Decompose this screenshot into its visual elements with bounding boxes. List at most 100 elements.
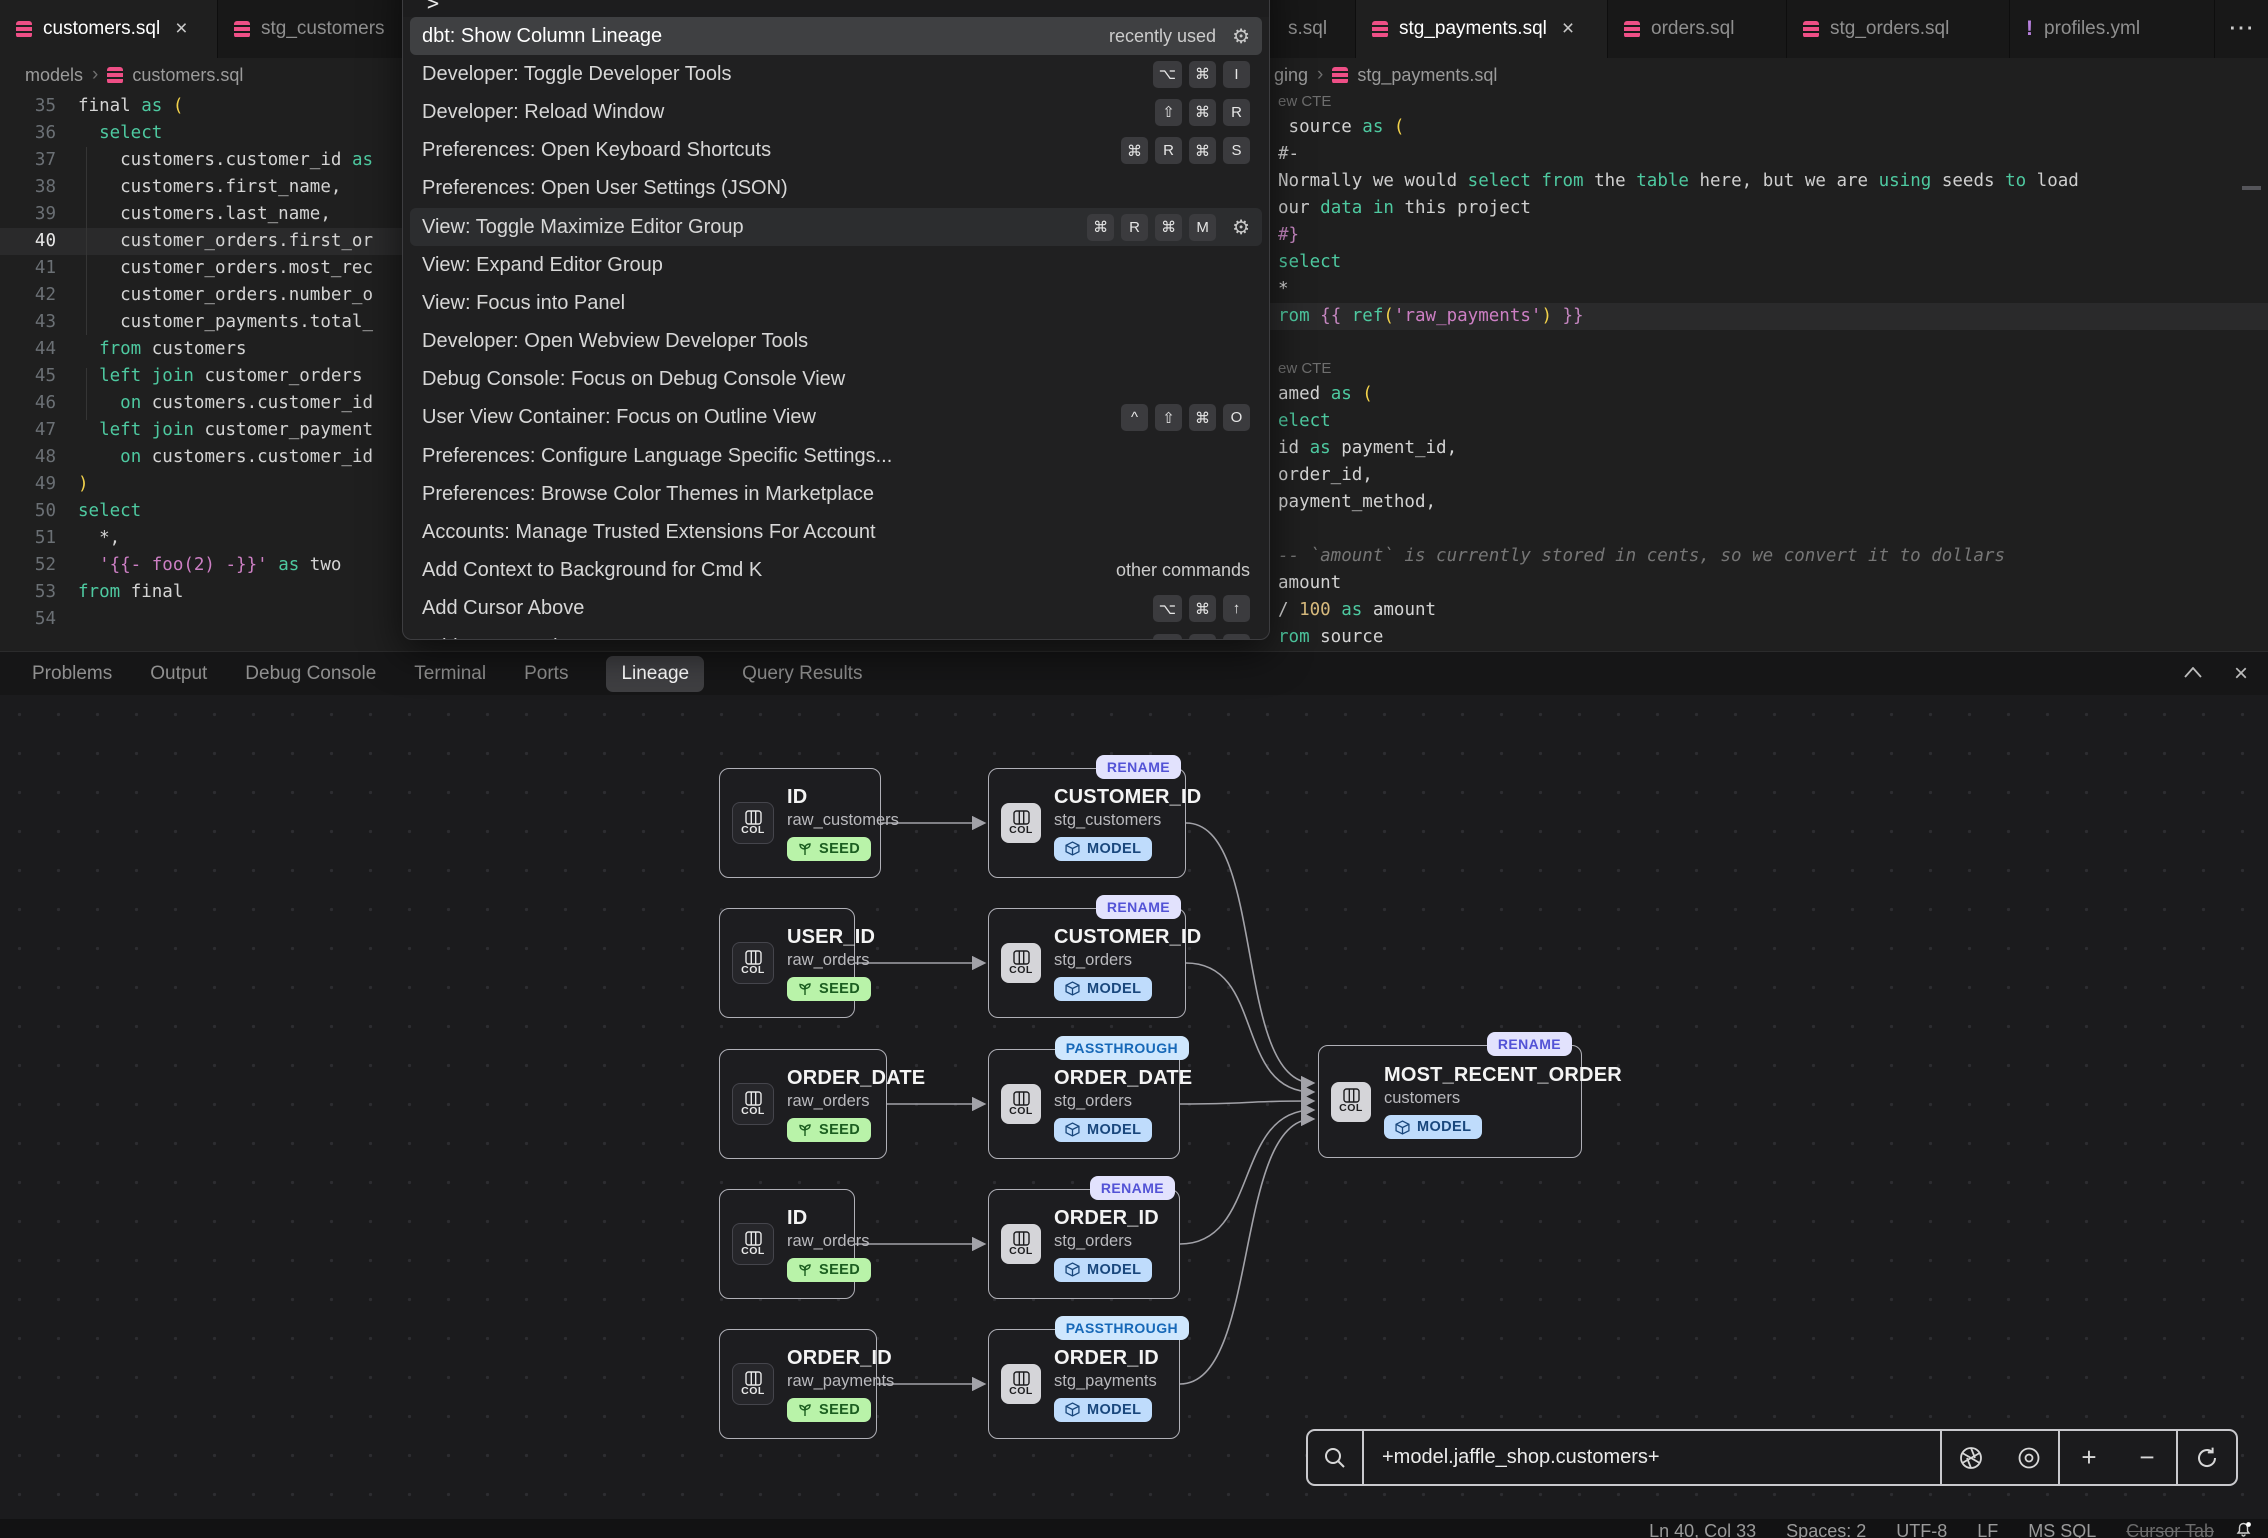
palette-item[interactable]: Developer: Reload Window⇧⌘R xyxy=(410,93,1262,131)
code-editor-stg-payments[interactable]: ew CTE source as (#-Normally we would se… xyxy=(1270,90,2268,651)
code-line[interactable]: 43 customer_payments.total_ xyxy=(0,309,405,336)
code-line[interactable]: / 100 as amount xyxy=(1270,597,2268,624)
code-line[interactable]: 44 from customers xyxy=(0,336,405,363)
code-line[interactable]: 49) xyxy=(0,471,405,498)
tab-orders-sql[interactable]: orders.sql xyxy=(1608,0,1787,58)
lineage-node-stg_orders-order_id[interactable]: COLORDER_IDstg_ordersMODELRENAME xyxy=(988,1189,1180,1299)
code-line[interactable]: payment_method, xyxy=(1270,489,2268,516)
status-item[interactable]: UTF-8 xyxy=(1896,1520,1947,1538)
command-palette-input[interactable]: > xyxy=(403,0,1269,17)
tab-stg_payments-sql[interactable]: stg_payments.sql× xyxy=(1356,0,1608,58)
code-line[interactable]: 54 xyxy=(0,606,405,633)
close-panel-icon[interactable]: × xyxy=(2234,662,2248,686)
zoom-in-button[interactable]: + xyxy=(2058,1431,2118,1484)
code-line[interactable]: -- `amount` is currently stored in cents… xyxy=(1270,543,2268,570)
code-line[interactable]: amount xyxy=(1270,570,2268,597)
lineage-node-stg_orders-customer_id[interactable]: COLCUSTOMER_IDstg_ordersMODELRENAME xyxy=(988,908,1186,1018)
code-line[interactable]: 50select xyxy=(0,498,405,525)
palette-item[interactable]: dbt: Show Column Lineagerecently used⚙ xyxy=(410,17,1262,55)
code-line[interactable]: * xyxy=(1270,276,2268,303)
code-editor-customers[interactable]: 35final as (36 select37 customers.custom… xyxy=(0,90,405,654)
code-line[interactable]: elect xyxy=(1270,408,2268,435)
code-line[interactable]: 51 *, xyxy=(0,525,405,552)
palette-item[interactable]: Preferences: Configure Language Specific… xyxy=(410,437,1262,475)
palette-item[interactable]: Add Cursor Below⌥⌘↓ xyxy=(410,628,1262,640)
palette-item[interactable]: Preferences: Open Keyboard Shortcuts⌘R⌘S xyxy=(410,132,1262,170)
lineage-node-customers-most_recent_order[interactable]: COLMOST_RECENT_ORDERcustomersMODELRENAME xyxy=(1318,1045,1582,1158)
zoom-out-button[interactable]: − xyxy=(2118,1431,2176,1484)
status-item[interactable]: LF xyxy=(1977,1520,1998,1538)
lineage-search-input[interactable] xyxy=(1364,1446,1940,1469)
code-line[interactable]: 40 customer_orders.first_or xyxy=(0,228,405,255)
code-line[interactable]: #- xyxy=(1270,141,2268,168)
lineage-node-raw_orders-order_date[interactable]: COLORDER_DATEraw_ordersSEED xyxy=(719,1049,887,1159)
panel-tab-lineage[interactable]: Lineage xyxy=(606,656,704,692)
code-line[interactable]: #} xyxy=(1270,222,2268,249)
palette-item[interactable]: View: Expand Editor Group xyxy=(410,246,1262,284)
lineage-node-stg_payments-order_id[interactable]: COLORDER_IDstg_paymentsMODELPASSTHROUGH xyxy=(988,1329,1180,1439)
code-line[interactable]: 46 on customers.customer_id xyxy=(0,390,405,417)
tab-profiles-yml[interactable]: !profiles.yml xyxy=(2010,0,2215,58)
code-line[interactable]: 35final as ( xyxy=(0,93,405,120)
palette-item[interactable]: Developer: Open Webview Developer Tools xyxy=(410,323,1262,361)
notification-bell-icon[interactable] xyxy=(2235,1521,2252,1538)
code-line[interactable]: 52 '{{- foo(2) -}}' as two xyxy=(0,552,405,579)
focus-target-icon[interactable] xyxy=(2000,1431,2058,1484)
code-line[interactable]: 36 select xyxy=(0,120,405,147)
code-line[interactable]: our data in this project xyxy=(1270,195,2268,222)
refresh-icon[interactable] xyxy=(2176,1431,2236,1484)
code-line[interactable]: 39 customers.last_name, xyxy=(0,201,405,228)
tab-stg_orders-sql[interactable]: stg_orders.sql xyxy=(1787,0,2010,58)
panel-tab-query-results[interactable]: Query Results xyxy=(742,663,862,685)
code-line[interactable]: order_id, xyxy=(1270,462,2268,489)
breadcrumb-folder[interactable]: ging xyxy=(1274,65,1308,86)
lineage-node-raw_customers-id[interactable]: COLIDraw_customersSEED xyxy=(719,768,881,878)
code-line[interactable]: 42 customer_orders.number_o xyxy=(0,282,405,309)
panel-tab-output[interactable]: Output xyxy=(150,663,207,685)
lineage-node-raw_orders-user_id[interactable]: COLUSER_IDraw_ordersSEED xyxy=(719,908,855,1018)
close-tab-icon[interactable]: × xyxy=(175,17,187,41)
lineage-node-stg_customers-customer_id[interactable]: COLCUSTOMER_IDstg_customersMODELRENAME xyxy=(988,768,1186,878)
palette-item[interactable]: Preferences: Browse Color Themes in Mark… xyxy=(410,475,1262,513)
lineage-node-stg_orders-order_date[interactable]: COLORDER_DATEstg_ordersMODELPASSTHROUGH xyxy=(988,1049,1180,1159)
panel-tab-debug-console[interactable]: Debug Console xyxy=(245,663,376,685)
code-line[interactable]: select xyxy=(1270,249,2268,276)
tab-overflow-icon[interactable]: ⋯ xyxy=(2228,12,2254,43)
panel-tab-problems[interactable]: Problems xyxy=(32,663,112,685)
code-line[interactable]: 38 customers.first_name, xyxy=(0,174,405,201)
code-line[interactable]: Normally we would select from the table … xyxy=(1270,168,2268,195)
gear-icon[interactable]: ⚙ xyxy=(1232,24,1250,49)
palette-item[interactable]: User View Container: Focus on Outline Vi… xyxy=(410,399,1262,437)
code-line[interactable]: 53from final xyxy=(0,579,405,606)
gear-icon[interactable]: ⚙ xyxy=(1232,215,1250,240)
status-item-cursor-tab[interactable]: Cursor Tab xyxy=(2126,1520,2214,1538)
chevron-up-icon[interactable] xyxy=(2184,665,2202,683)
breadcrumb-file[interactable]: customers.sql xyxy=(132,65,243,86)
code-line[interactable]: rom {{ ref('raw_payments') }} xyxy=(1270,303,2268,330)
code-line[interactable]: source as ( xyxy=(1270,114,2268,141)
lineage-canvas[interactable]: COLIDraw_customersSEED COLUSER_IDraw_orde… xyxy=(0,695,2268,1519)
code-line[interactable]: 48 on customers.customer_id xyxy=(0,444,405,471)
shutter-icon[interactable] xyxy=(1940,1431,2000,1484)
breadcrumb-folder[interactable]: models xyxy=(25,65,83,86)
palette-item[interactable]: View: Focus into Panel xyxy=(410,284,1262,322)
code-line[interactable]: rom source xyxy=(1270,624,2268,651)
code-line[interactable]: 47 left join customer_payment xyxy=(0,417,405,444)
tab-customers-sql[interactable]: customers.sql× xyxy=(0,0,218,58)
palette-item[interactable]: Add Context to Background for Cmd Kother… xyxy=(410,552,1262,590)
lineage-node-raw_payments-order_id[interactable]: COLORDER_IDraw_paymentsSEED xyxy=(719,1329,877,1439)
close-tab-icon[interactable]: × xyxy=(1562,17,1574,41)
palette-item[interactable]: Add Cursor Above⌥⌘↑ xyxy=(410,590,1262,628)
code-line[interactable]: 41 customer_orders.most_rec xyxy=(0,255,405,282)
code-line[interactable]: amed as ( xyxy=(1270,381,2268,408)
code-line[interactable]: id as payment_id, xyxy=(1270,435,2268,462)
palette-item[interactable]: Debug Console: Focus on Debug Console Vi… xyxy=(410,361,1262,399)
breadcrumb-file[interactable]: stg_payments.sql xyxy=(1357,65,1497,86)
panel-tab-ports[interactable]: Ports xyxy=(524,663,568,685)
panel-tab-terminal[interactable]: Terminal xyxy=(414,663,486,685)
lineage-node-raw_orders-id[interactable]: COLIDraw_ordersSEED xyxy=(719,1189,855,1299)
status-item[interactable]: Spaces: 2 xyxy=(1786,1520,1866,1538)
palette-item[interactable]: Preferences: Open User Settings (JSON) xyxy=(410,170,1262,208)
code-line[interactable] xyxy=(1270,330,2268,357)
status-item[interactable]: MS SQL xyxy=(2028,1520,2096,1538)
